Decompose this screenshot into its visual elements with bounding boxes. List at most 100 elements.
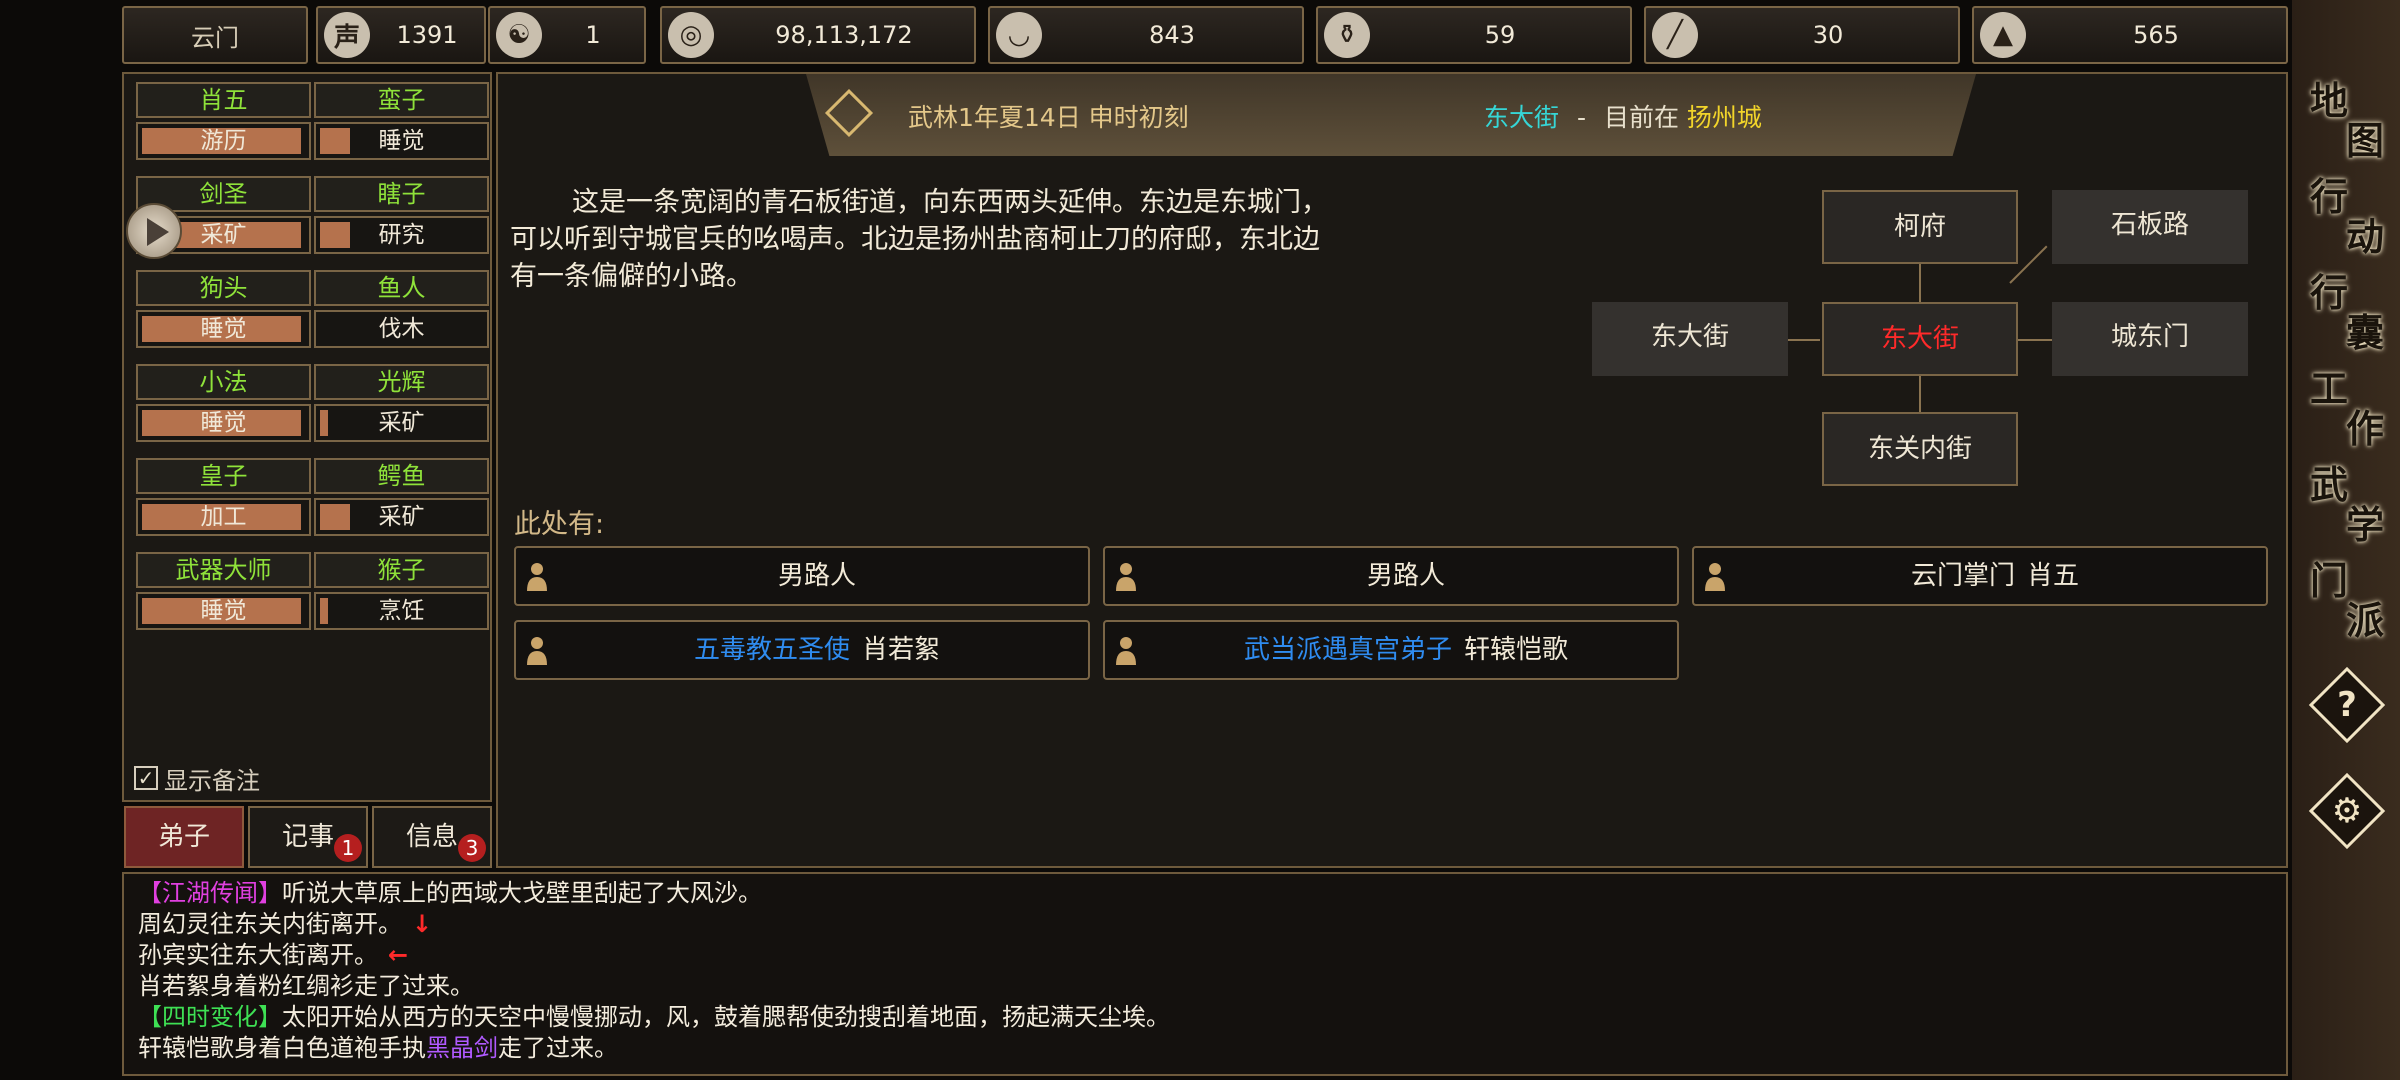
stat-value: 1 [585, 21, 601, 49]
nav-bag[interactable]: 行囊 [2300, 262, 2396, 355]
disciple-card[interactable]: 猴子 烹饪 [314, 552, 489, 632]
nav-action[interactable]: 行动 [2300, 166, 2396, 259]
show-notes-toggle[interactable]: ✓ 显示备注 [134, 762, 260, 795]
location-name: 东大街 [1484, 103, 1560, 132]
nav-map-char2: 图 [2346, 118, 2385, 163]
npc-button[interactable]: 云门掌门 肖五 [1692, 546, 2268, 606]
disciple-job[interactable]: 游历 [136, 122, 311, 160]
log-tag: 【江湖传闻】 [138, 879, 282, 907]
stat-value: 1391 [396, 21, 458, 49]
nav-martial-char1: 武 [2310, 462, 2349, 507]
disciple-job[interactable]: 伐木 [314, 310, 489, 348]
sect-name-button[interactable]: 云门 [122, 6, 308, 64]
play-icon [147, 218, 169, 246]
person-icon [1116, 563, 1136, 591]
disciple-name: 小法 [136, 364, 311, 400]
tab-disciples[interactable]: 弟子 [124, 806, 244, 868]
disciple-job[interactable]: 睡觉 [136, 592, 311, 630]
disciple-card[interactable]: 蛮子 睡觉 [314, 82, 489, 162]
stat-wine: ⚱ 59 [1316, 6, 1632, 64]
log-line: 轩辕恺歌身着白色道袍手执黑晶剑走了过来。 [138, 1033, 2272, 1064]
stat-food: ◡ 843 [988, 6, 1304, 64]
log-text: 轩辕恺歌身着白色道袍手执 [138, 1034, 426, 1062]
disciple-name: 瞎子 [314, 176, 489, 212]
disciple-card[interactable]: 小法 睡觉 [136, 364, 311, 444]
disciple-card[interactable]: 瞎子 研究 [314, 176, 489, 256]
disciple-name: 武器大师 [136, 552, 311, 588]
disciple-name: 鳄鱼 [314, 458, 489, 494]
map-west[interactable]: 东大街 [1592, 302, 1788, 376]
disciple-name: 蛮子 [314, 82, 489, 118]
disciple-job[interactable]: 研究 [314, 216, 489, 254]
log-text: 肖若絮身着粉红绸衫走了过来。 [138, 972, 474, 1000]
help-icon: ? [2337, 685, 2357, 725]
disciple-card[interactable]: 武器大师 睡觉 [136, 552, 311, 632]
map-north[interactable]: 柯府 [1822, 190, 2018, 264]
yin-yang-icon: ☯ [496, 12, 542, 58]
nav-work-char1: 工 [2310, 366, 2349, 411]
npc-button[interactable]: 男路人 [514, 546, 1090, 606]
disciple-card[interactable]: 肖五 游历 [136, 82, 311, 162]
arrow-down-icon: ↓ [412, 910, 433, 938]
play-button[interactable] [126, 203, 182, 259]
disciple-name: 肖五 [136, 82, 311, 118]
nav-map-char1: 地 [2310, 78, 2349, 123]
map-link [1919, 374, 1921, 412]
log-tag: 【四时变化】 [138, 1003, 282, 1031]
npc-name: 男路人 [777, 561, 856, 591]
nav-map[interactable]: 地图 [2300, 70, 2396, 163]
disciple-card[interactable]: 鳄鱼 采矿 [314, 458, 489, 538]
map-east[interactable]: 城东门 [2052, 302, 2248, 376]
stat-wood: ╱ 30 [1644, 6, 1960, 64]
disciple-job[interactable]: 采矿 [314, 404, 489, 442]
disciple-job[interactable]: 睡觉 [314, 122, 489, 160]
log-line: 【江湖传闻】听说大草原上的西域大戈壁里刮起了大风沙。 [138, 878, 2272, 909]
disciple-card[interactable]: 狗头 睡觉 [136, 270, 311, 350]
disciple-job[interactable]: 睡觉 [136, 310, 311, 348]
coin-icon: ◎ [668, 12, 714, 58]
date-text: 武林1年夏14日 申时初刻 [908, 103, 1189, 132]
log-text: 周幻灵往东关内街离开。 [138, 910, 402, 938]
disciple-job[interactable]: 烹饪 [314, 592, 489, 630]
show-notes-label: 显示备注 [164, 766, 260, 795]
disciple-card[interactable]: 鱼人 伐木 [314, 270, 489, 350]
disciple-job[interactable]: 采矿 [314, 498, 489, 536]
stat-value: 565 [2133, 21, 2179, 49]
job-label: 睡觉 [378, 128, 425, 154]
location-description: 这是一条宽阔的青石板街道，向东西两头延伸。东边是东城门， 可以听到守城官兵的吆喝… [510, 184, 1328, 295]
npc-button[interactable]: 男路人 [1103, 546, 1679, 606]
nav-work[interactable]: 工作 [2300, 358, 2396, 451]
job-label: 烹饪 [378, 598, 425, 624]
nav-sect[interactable]: 门派 [2300, 550, 2396, 643]
disciple-card[interactable]: 光辉 采矿 [314, 364, 489, 444]
disciple-job[interactable]: 加工 [136, 498, 311, 536]
job-label: 睡觉 [200, 598, 247, 624]
npc-label: 武当派遇真宫弟子 轩辕恺歌 [1145, 622, 1667, 678]
disciple-card[interactable]: 皇子 加工 [136, 458, 311, 538]
job-label: 游历 [200, 128, 247, 154]
nav-martial-char2: 学 [2346, 502, 2385, 547]
npc-button[interactable]: 五毒教五圣使 肖若絮 [514, 620, 1090, 680]
description-line: 有一条偏僻的小路。 [510, 261, 753, 292]
checkbox[interactable]: ✓ [134, 766, 158, 790]
job-label: 睡觉 [200, 410, 247, 436]
person-icon [1116, 637, 1136, 665]
nav-action-char2: 动 [2346, 214, 2385, 259]
log-text: 走了过来。 [498, 1034, 618, 1062]
nav-martial[interactable]: 武学 [2300, 454, 2396, 547]
npc-label: 男路人 [556, 548, 1078, 604]
nav-bag-char2: 囊 [2346, 310, 2385, 355]
map-south[interactable]: 东关内街 [1822, 412, 2018, 486]
map-northeast[interactable]: 石板路 [2052, 190, 2248, 264]
log-line: 肖若絮身着粉红绸衫走了过来。 [138, 971, 2272, 1002]
tab-info[interactable]: 信息 3 [372, 806, 492, 868]
disciple-job[interactable]: 睡觉 [136, 404, 311, 442]
stat-money: ◎ 98,113,172 [660, 6, 976, 64]
tab-journal[interactable]: 记事 1 [248, 806, 368, 868]
disciple-name: 鱼人 [314, 270, 489, 306]
log-text: 听说大草原上的西域大戈壁里刮起了大风沙。 [282, 879, 762, 907]
message-log: 【江湖传闻】听说大草原上的西域大戈壁里刮起了大风沙。 周幻灵往东关内街离开。 ↓ … [122, 872, 2288, 1076]
npc-button[interactable]: 武当派遇真宫弟子 轩辕恺歌 [1103, 620, 1679, 680]
nav-sect-char2: 派 [2346, 598, 2385, 643]
in-city-prefix: 目前在 [1603, 103, 1679, 132]
